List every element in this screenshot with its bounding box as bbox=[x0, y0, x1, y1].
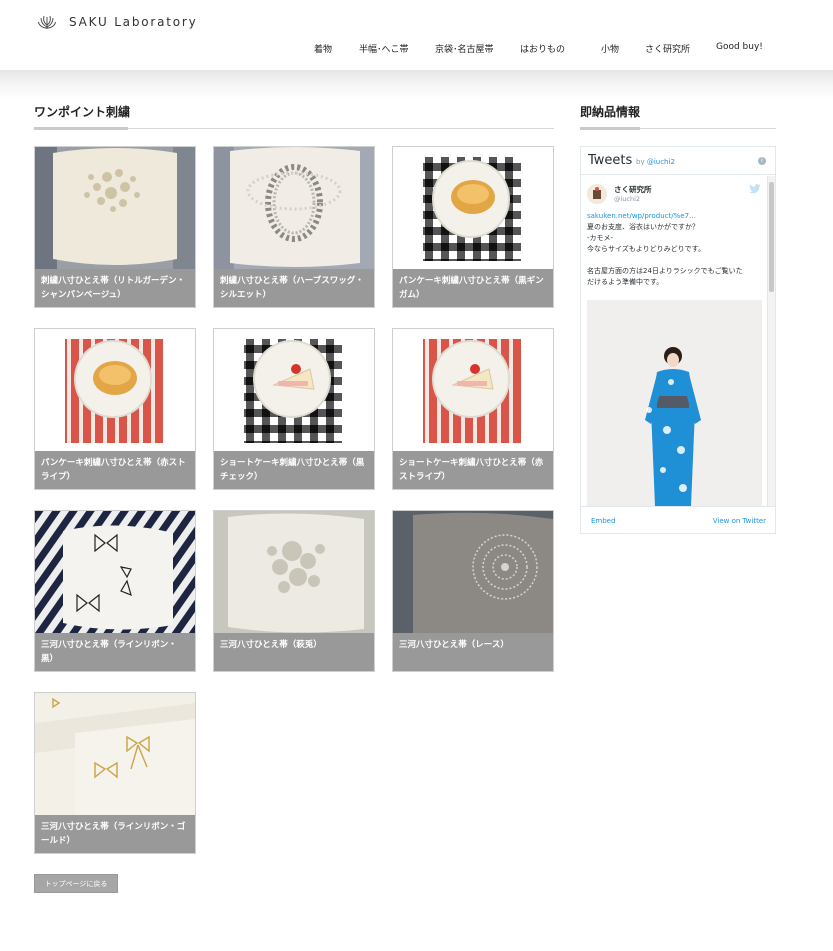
product-image bbox=[393, 329, 553, 451]
tweet-link[interactable]: sakuken.net/wp/product/%e7… bbox=[587, 211, 767, 222]
tweet-author-handle[interactable]: @iuchi2 bbox=[614, 195, 640, 203]
nav-item-hanhaba[interactable]: 半幅･へこ帯 bbox=[359, 42, 409, 55]
tweet-author-name[interactable]: さく研究所 bbox=[614, 184, 652, 195]
site-logo[interactable]: SAKU Laboratory bbox=[37, 12, 198, 32]
product-image bbox=[35, 693, 195, 815]
title-underline-accent bbox=[34, 127, 128, 130]
twitter-bird-icon bbox=[749, 184, 761, 194]
page-title: ワンポイント刺繍 bbox=[34, 105, 131, 119]
view-on-twitter-link[interactable]: View on Twitter bbox=[713, 517, 766, 525]
site-header: SAKU Laboratory 着物 半幅･へこ帯 京袋･名古屋帯 はおりもの … bbox=[0, 0, 833, 70]
twitter-scrollbar[interactable] bbox=[767, 176, 775, 506]
product-image bbox=[35, 511, 195, 633]
tweet-line: 今ならサイズもよりどりみどりです。 bbox=[587, 245, 705, 253]
twitter-by-handle[interactable]: @iuchi2 bbox=[647, 158, 675, 166]
product-card[interactable]: 三河八寸ひとえ帯（ラインリボン・ゴールド） bbox=[34, 692, 196, 854]
tweet-line bbox=[587, 255, 767, 266]
sidebar-underline-accent bbox=[580, 127, 640, 130]
product-title: ショートケーキ刺繍八寸ひとえ帯（黒チェック） bbox=[214, 451, 374, 489]
product-image bbox=[214, 511, 374, 633]
product-title: 刺繍八寸ひとえ帯（ハーブスワッグ・シルエット） bbox=[214, 269, 374, 307]
avatar[interactable] bbox=[587, 184, 607, 204]
product-title: 刺繍八寸ひとえ帯（リトルガーデン・シャンパンベージュ） bbox=[35, 269, 195, 307]
nav-item-haori[interactable]: はおりもの bbox=[520, 42, 565, 55]
twitter-footer: Embed View on Twitter bbox=[581, 506, 775, 534]
product-image bbox=[214, 147, 374, 269]
leaf-logo-icon bbox=[38, 15, 56, 29]
twitter-header: Tweets by @iuchi2 i bbox=[581, 147, 775, 175]
product-card[interactable]: 刺繍八寸ひとえ帯（リトルガーデン・シャンパンベージュ） bbox=[34, 146, 196, 308]
sidebar-divider bbox=[580, 127, 776, 130]
product-card[interactable]: パンケーキ刺繍八寸ひとえ帯（赤ストライプ） bbox=[34, 328, 196, 490]
nav-item-saku-lab[interactable]: さく研究所 bbox=[645, 42, 690, 55]
tweet-line: 名古屋方面の方は24日よりラシックでもご覧いた bbox=[587, 267, 743, 275]
nav-item-kyobukuro[interactable]: 京袋･名古屋帯 bbox=[435, 42, 494, 55]
sidebar-title: 即納品情報 bbox=[580, 105, 641, 119]
main-nav: 着物 半幅･へこ帯 京袋･名古屋帯 はおりもの 小物 さく研究所 Good bu… bbox=[0, 42, 833, 56]
twitter-timeline-widget: Tweets by @iuchi2 i さく研究所 @iuchi2 sakuke… bbox=[580, 146, 776, 534]
product-title: 三河八寸ひとえ帯（レース） bbox=[393, 633, 553, 671]
product-card[interactable]: ショートケーキ刺繍八寸ひとえ帯（黒チェック） bbox=[213, 328, 375, 490]
product-title: パンケーキ刺繍八寸ひとえ帯（赤ストライプ） bbox=[35, 451, 195, 489]
product-image bbox=[35, 329, 195, 451]
product-card[interactable]: 刺繍八寸ひとえ帯（ハーブスワッグ・シルエット） bbox=[213, 146, 375, 308]
header-shadow bbox=[0, 70, 833, 100]
product-image bbox=[35, 147, 195, 269]
product-image bbox=[393, 147, 553, 269]
product-card[interactable]: 三河八寸ひとえ帯（ラインリボン・黒） bbox=[34, 510, 196, 672]
product-image bbox=[393, 511, 553, 633]
twitter-by-line: by @iuchi2 bbox=[636, 158, 675, 166]
product-title: 三河八寸ひとえ帯（ラインリボン・ゴールド） bbox=[35, 815, 195, 853]
twitter-title: Tweets bbox=[588, 153, 633, 168]
logo-text: SAKU Laboratory bbox=[69, 15, 198, 29]
twitter-timeline[interactable]: さく研究所 @iuchi2 sakuken.net/wp/product/%e7… bbox=[581, 176, 775, 506]
product-card[interactable]: 三河八寸ひとえ帯（萩兎） bbox=[213, 510, 375, 672]
product-image bbox=[214, 329, 374, 451]
product-title: ショートケーキ刺繍八寸ひとえ帯（赤ストライプ） bbox=[393, 451, 553, 489]
tweet-line: -カモメ- bbox=[587, 234, 614, 242]
product-card[interactable]: ショートケーキ刺繍八寸ひとえ帯（赤ストライプ） bbox=[392, 328, 554, 490]
info-icon[interactable]: i bbox=[758, 157, 766, 165]
back-to-top-button[interactable]: トップページに戻る bbox=[34, 874, 118, 893]
product-title: 三河八寸ひとえ帯（萩兎） bbox=[214, 633, 374, 671]
product-title: パンケーキ刺繍八寸ひとえ帯（黒ギンガム） bbox=[393, 269, 553, 307]
tweet-line: 夏のお支度、浴衣はいかがですか？ bbox=[587, 223, 699, 231]
product-card[interactable]: 三河八寸ひとえ帯（レース） bbox=[392, 510, 554, 672]
scrollbar-thumb[interactable] bbox=[769, 182, 774, 292]
product-title: 三河八寸ひとえ帯（ラインリボン・黒） bbox=[35, 633, 195, 671]
tweet-photo[interactable] bbox=[587, 300, 762, 506]
tweet-line: だけるよう準備中です。 bbox=[587, 278, 664, 286]
twitter-by-word: by bbox=[636, 158, 645, 166]
nav-item-good-buy[interactable]: Good buy! bbox=[716, 42, 763, 52]
embed-link[interactable]: Embed bbox=[591, 517, 615, 525]
product-card[interactable]: パンケーキ刺繍八寸ひとえ帯（黒ギンガム） bbox=[392, 146, 554, 308]
title-divider bbox=[34, 127, 554, 130]
nav-item-kimono[interactable]: 着物 bbox=[314, 42, 332, 55]
tweet-text: sakuken.net/wp/product/%e7… 夏のお支度、浴衣はいかが… bbox=[587, 211, 767, 288]
nav-item-komono[interactable]: 小物 bbox=[601, 42, 619, 55]
